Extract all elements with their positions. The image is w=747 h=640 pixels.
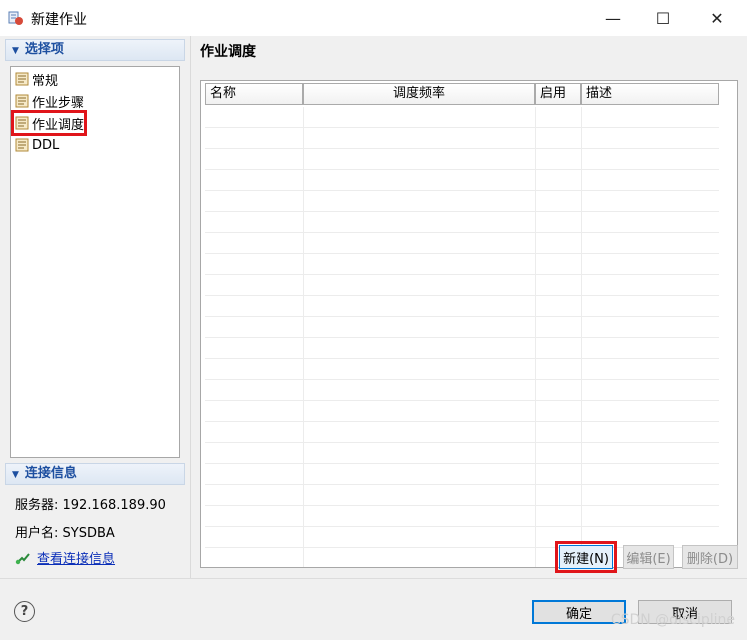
column-header-name[interactable]: 名称 — [205, 83, 303, 105]
section-label: 连接信息 — [24, 466, 77, 481]
minimize-icon: — — [605, 8, 621, 28]
table-row — [205, 359, 719, 380]
column-header-enabled[interactable]: 启用 — [535, 83, 581, 105]
delete-button[interactable]: 删除(D) — [682, 545, 738, 569]
connection-icon — [15, 552, 30, 564]
table-row — [205, 296, 719, 317]
maximize-icon: ☐ — [655, 8, 671, 28]
dialog-footer: ? 确定 取消 CSDN @discipline — [0, 578, 747, 640]
table-row — [205, 233, 719, 254]
table-row — [205, 317, 719, 338]
table-row — [205, 338, 719, 359]
app-icon — [8, 11, 23, 25]
minimize-button[interactable]: — — [590, 0, 636, 36]
title-bar: 新建作业 — ☐ ✕ — [0, 0, 747, 36]
page-icon — [15, 72, 29, 86]
options-tree: 常规 作业步骤 作业调度 DDL — [10, 66, 180, 458]
tree-item-job-schedule[interactable]: 作业调度 — [10, 110, 88, 136]
schedule-table[interactable]: 名称 调度频率 启用 描述 — [200, 80, 738, 568]
table-row — [205, 401, 719, 422]
table-row — [205, 506, 719, 527]
table-row — [205, 464, 719, 485]
page-icon — [15, 116, 29, 130]
tree-item-label: DDL — [32, 137, 60, 153]
table-row — [205, 212, 719, 233]
page-icon — [15, 94, 29, 108]
watermark: CSDN @discipline — [610, 612, 735, 628]
close-icon: ✕ — [710, 8, 724, 28]
collapse-arrow-icon: ▼ — [12, 470, 19, 480]
view-connection-link[interactable]: 查看连接信息 — [15, 548, 115, 567]
server-info: 服务器: 192.168.189.90 — [15, 498, 166, 513]
column-header-description[interactable]: 描述 — [581, 83, 719, 105]
section-header-connection[interactable]: ▼ 连接信息 — [5, 463, 185, 485]
table-header: 名称 调度频率 启用 描述 — [205, 83, 719, 105]
right-pane: 作业调度 名称 调度频率 启用 描述 新建(N) 编辑(E) 删除(D) — [192, 36, 747, 578]
new-button[interactable]: 新建(N) — [555, 541, 617, 573]
table-row — [205, 107, 719, 128]
left-pane: ▼ 选择项 常规 作业步骤 作业调度 DDL ▼ 连接信息 服务器: 192.1… — [5, 39, 185, 577]
tree-item-label: 作业步骤 — [32, 95, 85, 111]
collapse-arrow-icon: ▼ — [12, 46, 19, 56]
table-row — [205, 191, 719, 212]
column-header-frequency[interactable]: 调度频率 — [303, 83, 535, 105]
table-row — [205, 485, 719, 506]
close-button[interactable]: ✕ — [694, 0, 740, 36]
section-header-options[interactable]: ▼ 选择项 — [5, 39, 185, 61]
table-row — [205, 128, 719, 149]
user-info: 用户名: SYSDBA — [15, 526, 115, 541]
table-row — [205, 443, 719, 464]
tree-item-general[interactable]: 常规 — [14, 69, 58, 89]
table-row — [205, 380, 719, 401]
edit-button[interactable]: 编辑(E) — [623, 545, 674, 569]
pane-divider[interactable] — [190, 36, 191, 578]
tree-item-ddl[interactable]: DDL — [14, 135, 59, 155]
maximize-button[interactable]: ☐ — [640, 0, 686, 36]
table-row — [205, 254, 719, 275]
table-row — [205, 275, 719, 296]
section-label: 选择项 — [24, 42, 64, 57]
tree-item-label: 常规 — [32, 73, 59, 89]
tree-item-label: 作业调度 — [32, 117, 85, 133]
page-title: 作业调度 — [200, 44, 256, 60]
view-connection-link-text[interactable]: 查看连接信息 — [37, 548, 115, 567]
tree-item-job-steps[interactable]: 作业步骤 — [14, 91, 84, 111]
table-row — [205, 149, 719, 170]
help-icon[interactable]: ? — [14, 601, 35, 622]
page-icon — [15, 138, 29, 152]
window-title: 新建作业 — [31, 12, 87, 28]
table-row — [205, 170, 719, 191]
table-row — [205, 422, 719, 443]
